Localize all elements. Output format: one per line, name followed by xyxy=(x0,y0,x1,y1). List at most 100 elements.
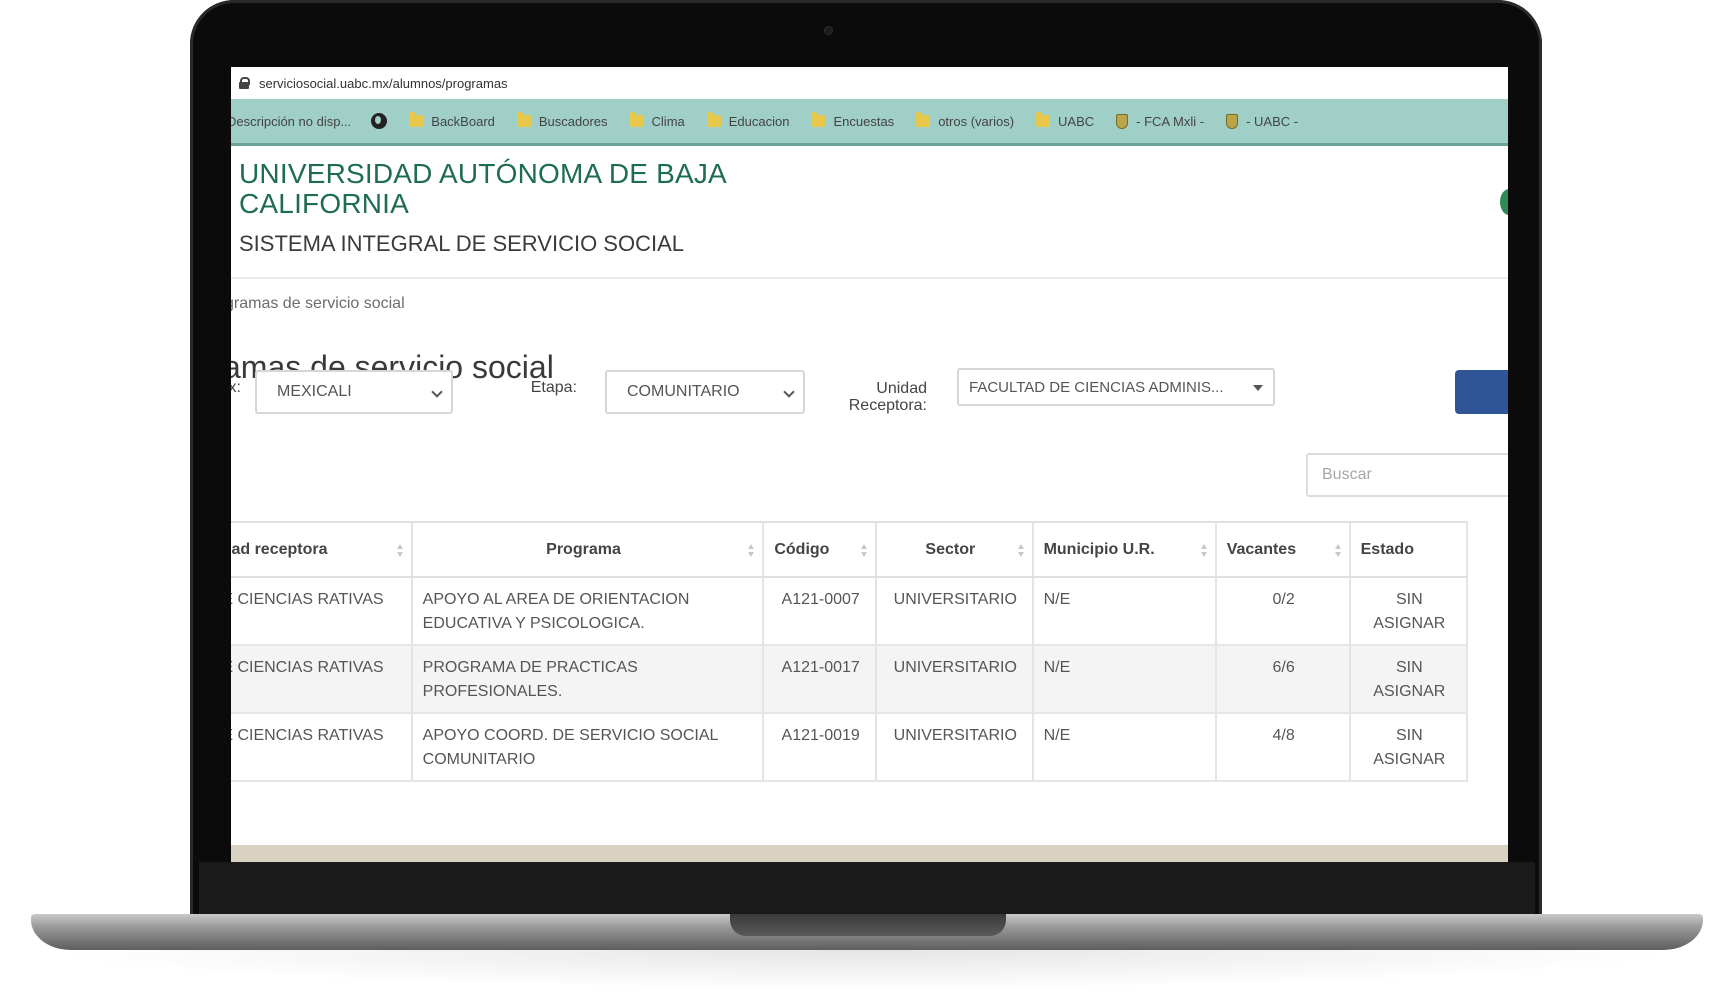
col-label: Municipio U.R. xyxy=(1043,540,1155,558)
programs-table: lad receptora Programa Código Sector Mun… xyxy=(231,521,1469,782)
cell-unidad: ) DE CIENCIAS RATIVAS xyxy=(231,577,413,646)
table-row[interactable]: ) DE CIENCIAS RATIVAS APOYO AL AREA DE O… xyxy=(231,577,1469,646)
search-input[interactable] xyxy=(1306,453,1508,497)
col-sector[interactable]: Sector xyxy=(876,521,1034,578)
search-button[interactable] xyxy=(1455,370,1508,414)
sort-icon xyxy=(1334,544,1341,558)
table-row[interactable]: ) DE CIENCIAS RATIVAS PROGRAMA DE PRACTI… xyxy=(231,645,1469,714)
cell-vacantes: 6/6 xyxy=(1215,645,1351,714)
cell-unidad: ) DE CIENCIAS RATIVAS xyxy=(231,713,413,782)
cell-codigo: A121-0007 xyxy=(763,577,877,646)
address-bar[interactable]: serviciosocial.uabc.mx/alumnos/programas xyxy=(231,67,1508,99)
col-vacantes[interactable]: Vacantes xyxy=(1215,521,1351,578)
user-avatar[interactable] xyxy=(1500,189,1508,215)
bookmark-otros[interactable]: otros (varios) xyxy=(916,112,1014,129)
col-programa[interactable]: Programa xyxy=(411,521,765,578)
bookmark-uabc[interactable]: UABC xyxy=(1036,112,1095,129)
system-name: SISTEMA INTEGRAL DE SERVICIO SOCIAL xyxy=(239,231,685,256)
cell-municipio: N/E xyxy=(1032,577,1217,646)
folder-icon xyxy=(811,112,826,127)
bookmark-label: BackBoard xyxy=(431,113,495,129)
bookmark-encuestas[interactable]: Encuestas xyxy=(811,112,895,129)
bookmark-buscadores[interactable]: Buscadores xyxy=(516,112,608,129)
laptop-shadow xyxy=(40,950,1690,990)
camera-icon xyxy=(824,26,833,35)
campus-select[interactable]: MEXICALI xyxy=(255,370,453,414)
bookmark-clima[interactable]: Clima xyxy=(629,112,685,129)
cell-codigo: A121-0019 xyxy=(763,713,877,782)
cell-programa: PROGRAMA DE PRACTICAS PROFESIONALES. xyxy=(411,645,765,714)
sort-icon xyxy=(861,544,867,558)
shield-icon xyxy=(1226,113,1239,129)
site-header: UNIVERSIDAD AUTÓNOMA DE BAJA CALIFORNIA … xyxy=(239,159,759,257)
cell-sector: UNIVERSITARIO xyxy=(876,713,1034,782)
breadcrumb[interactable]: gramas de servicio social xyxy=(231,295,405,313)
etapa-value: COMUNITARIO xyxy=(627,383,740,400)
bookmark-label: - UABC - xyxy=(1246,113,1299,129)
bookmark-educacion[interactable]: Educacion xyxy=(706,112,789,129)
sort-icon xyxy=(396,544,403,558)
cell-vacantes: 4/8 xyxy=(1215,713,1351,782)
bookmark-descripcion[interactable]: Descripción no disp... xyxy=(231,114,351,129)
cell-municipio: N/E xyxy=(1032,645,1217,714)
col-label: Código xyxy=(774,540,830,558)
unidad-label-line2: Receptora: xyxy=(848,397,927,414)
bookmark-label: Encuestas xyxy=(833,113,895,129)
cell-estado: SIN ASIGNAR xyxy=(1349,713,1469,782)
laptop-screen: serviciosocial.uabc.mx/alumnos/programas… xyxy=(231,67,1508,862)
laptop-notch xyxy=(730,914,1006,936)
chevron-down-icon xyxy=(783,386,795,398)
chevron-down-icon xyxy=(431,386,443,398)
col-label: Estado xyxy=(1360,540,1414,558)
unidad-select[interactable]: FACULTAD DE CIENCIAS ADMINIS... xyxy=(957,368,1275,406)
campus-label: x: xyxy=(231,379,241,396)
laptop-bezel xyxy=(199,862,1535,918)
col-unidad-receptora[interactable]: lad receptora xyxy=(231,521,413,578)
folder-icon xyxy=(629,112,644,127)
folder-icon xyxy=(706,112,721,127)
shield-icon xyxy=(1116,113,1129,129)
cell-estado: SIN ASIGNAR xyxy=(1349,577,1469,646)
bookmark-uabc-shield[interactable]: - UABC - xyxy=(1226,113,1299,129)
sort-icon xyxy=(1017,544,1024,558)
cell-sector: UNIVERSITARIO xyxy=(876,645,1034,714)
folder-icon xyxy=(916,112,931,127)
col-label: Sector xyxy=(925,540,976,558)
header-divider xyxy=(231,277,1508,279)
bookmark-fca-mxli[interactable]: - FCA Mxli - xyxy=(1116,113,1205,129)
col-label: Programa xyxy=(546,540,621,558)
col-municipio[interactable]: Municipio U.R. xyxy=(1032,521,1217,578)
col-estado[interactable]: Estado xyxy=(1349,521,1469,578)
table-row[interactable]: ) DE CIENCIAS RATIVAS APOYO COORD. DE SE… xyxy=(231,713,1469,782)
globe-icon xyxy=(371,113,388,129)
cell-codigo: A121-0017 xyxy=(763,645,877,714)
table-header-row: lad receptora Programa Código Sector Mun… xyxy=(231,521,1469,578)
cell-programa: APOYO COORD. DE SERVICIO SOCIAL COMUNITA… xyxy=(411,713,765,782)
cell-programa: APOYO AL AREA DE ORIENTACION EDUCATIVA Y… xyxy=(411,577,765,646)
col-label: lad receptora xyxy=(231,540,328,558)
bookmark-label: UABC xyxy=(1058,113,1095,129)
bookmark-label: Buscadores xyxy=(538,113,608,129)
etapa-label: Etapa: xyxy=(530,379,577,396)
bookmark-globe[interactable] xyxy=(371,113,388,129)
folder-icon xyxy=(409,112,424,127)
screen-bottom-edge xyxy=(231,845,1508,862)
lock-icon xyxy=(239,77,250,89)
unidad-label-line1: Unidad xyxy=(876,380,927,397)
bookmark-backboard[interactable]: BackBoard xyxy=(409,112,495,129)
campus-value: MEXICALI xyxy=(277,383,352,400)
bookmarks-bar: Descripción no disp... BackBoard Buscado… xyxy=(231,99,1508,146)
bookmark-label: Clima xyxy=(651,113,685,129)
sort-icon xyxy=(748,544,755,558)
sort-icon xyxy=(1200,544,1207,558)
cell-sector: UNIVERSITARIO xyxy=(876,577,1034,646)
col-codigo[interactable]: Código xyxy=(763,521,877,578)
col-label: Vacantes xyxy=(1226,540,1297,558)
university-name: UNIVERSIDAD AUTÓNOMA DE BAJA CALIFORNIA xyxy=(239,158,726,219)
folder-icon xyxy=(1036,112,1051,127)
url-text[interactable]: serviciosocial.uabc.mx/alumnos/programas xyxy=(259,76,508,91)
bookmark-label: - FCA Mxli - xyxy=(1136,113,1205,129)
etapa-select[interactable]: COMUNITARIO xyxy=(605,370,805,414)
bookmark-label: Descripción no disp... xyxy=(231,113,352,129)
cell-estado: SIN ASIGNAR xyxy=(1349,645,1469,714)
